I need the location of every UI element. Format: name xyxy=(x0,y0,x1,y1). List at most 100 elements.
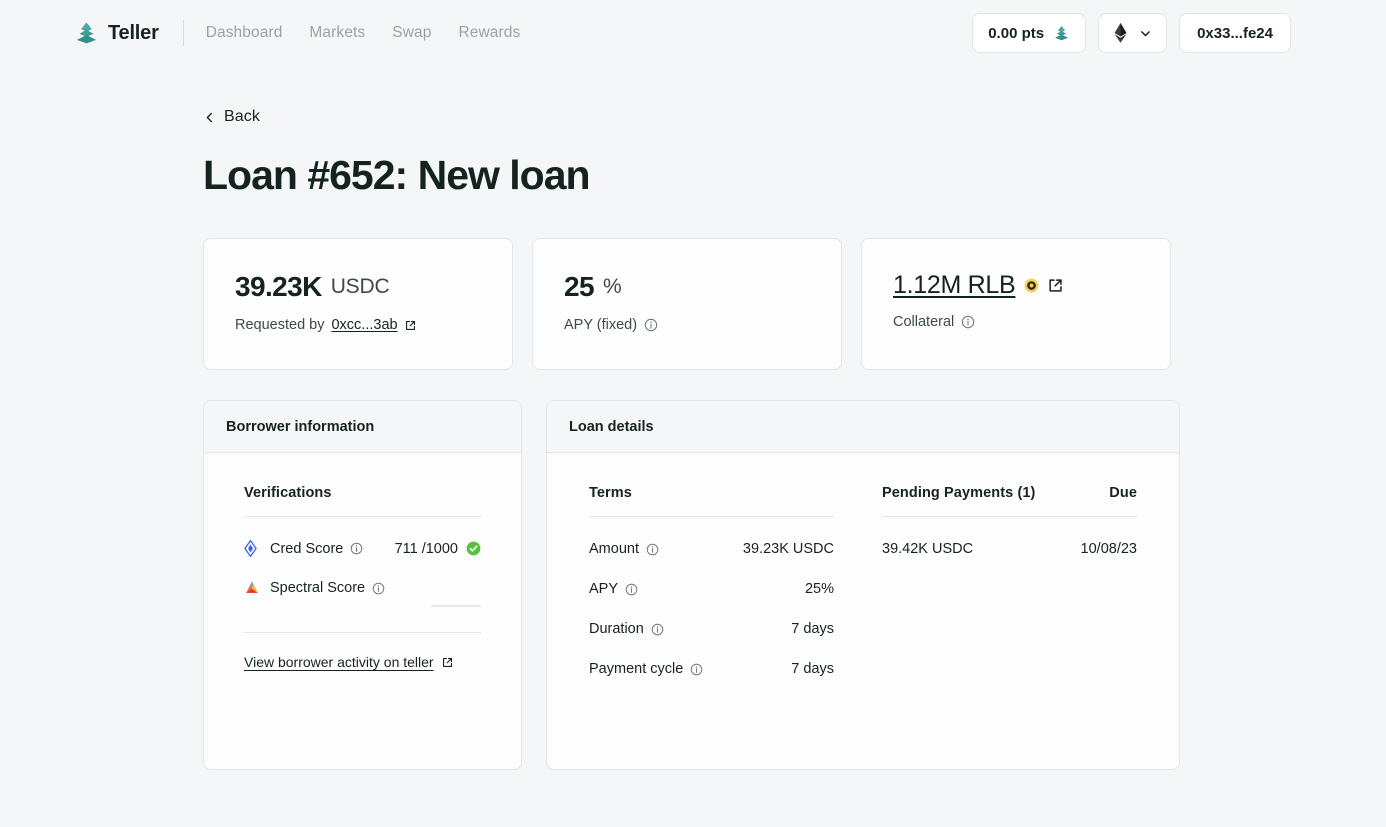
verifications-bottom-divider xyxy=(244,632,481,633)
nav-link-swap[interactable]: Swap xyxy=(392,24,431,42)
cred-score-diamond-icon xyxy=(244,540,261,557)
due-heading: Due xyxy=(1109,485,1137,501)
terms-heading: Terms xyxy=(589,485,834,501)
points-button[interactable]: 0.00 pts xyxy=(972,13,1086,53)
spectral-score-label: Spectral Score xyxy=(270,580,365,596)
detail-panels: Borrower information Verifications Cred … xyxy=(203,400,1291,770)
page-title: Loan #652: New loan xyxy=(203,153,1291,198)
loan-details-panel: Loan details Terms Amount xyxy=(546,400,1180,770)
nav-link-markets[interactable]: Markets xyxy=(309,24,365,42)
stat-value-row: 1.12M RLB xyxy=(893,271,1139,300)
loan-details-columns: Terms Amount xyxy=(589,485,1137,677)
loan-details-panel-body: Terms Amount xyxy=(547,453,1179,769)
terms-label-group: Duration xyxy=(589,621,664,637)
terms-row-amount: Amount 39.23K USDC xyxy=(589,541,834,557)
spectral-score-loading-row xyxy=(244,605,481,607)
verified-check-icon xyxy=(466,541,481,556)
points-label: 0.00 pts xyxy=(988,25,1044,42)
terms-row-duration: Duration 7 days xyxy=(589,621,834,637)
payment-cycle-label: Payment cycle xyxy=(589,661,683,677)
external-link-icon xyxy=(442,657,453,668)
top-navigation-bar: Teller Dashboard Markets Swap Rewards 0.… xyxy=(0,0,1386,66)
pending-payment-row: 39.42K USDC 10/08/23 xyxy=(882,541,1137,557)
terms-label-group: Payment cycle xyxy=(589,661,703,677)
pending-payment-due: 10/08/23 xyxy=(1081,541,1137,557)
chevron-left-icon xyxy=(203,111,216,124)
page-content: Back Loan #652: New loan 39.23K USDC Req… xyxy=(0,108,1386,770)
borrower-panel-title: Borrower information xyxy=(204,401,521,453)
info-icon[interactable] xyxy=(690,663,703,676)
stat-cards: 39.23K USDC Requested by 0xcc...3ab 25 %… xyxy=(203,238,1291,370)
info-icon[interactable] xyxy=(651,623,664,636)
verifications-heading: Verifications xyxy=(244,485,481,501)
collateral-label-row: Collateral xyxy=(893,314,1139,330)
cred-score-value-group: 711 /1000 xyxy=(395,541,481,557)
info-icon[interactable] xyxy=(646,543,659,556)
rlb-token-icon xyxy=(1024,278,1039,293)
terms-divider xyxy=(589,516,834,517)
borrower-address-link[interactable]: 0xcc...3ab xyxy=(331,317,397,333)
info-icon[interactable] xyxy=(625,583,638,596)
wallet-address-label: 0x33...fe24 xyxy=(1197,25,1273,42)
stat-card-amount: 39.23K USDC Requested by 0xcc...3ab xyxy=(203,238,513,370)
pending-payments-divider xyxy=(882,516,1137,517)
duration-label: Duration xyxy=(589,621,644,637)
verifications-divider xyxy=(244,516,481,517)
amount-label: Amount xyxy=(589,541,639,557)
chevron-down-icon xyxy=(1139,27,1152,40)
spectral-score-prism-icon xyxy=(244,580,261,596)
brand-logo[interactable]: Teller xyxy=(74,21,159,46)
collateral-value-link[interactable]: 1.12M RLB xyxy=(893,271,1015,300)
terms-label-group: Amount xyxy=(589,541,659,557)
header-divider xyxy=(183,20,184,46)
collateral-label: Collateral xyxy=(893,314,954,330)
requested-by-row: Requested by 0xcc...3ab xyxy=(235,317,481,333)
requested-by-label: Requested by xyxy=(235,317,324,333)
external-link-icon[interactable] xyxy=(405,320,416,331)
apy-value: 25 xyxy=(564,271,594,303)
loan-details-panel-title: Loan details xyxy=(547,401,1179,453)
pending-payments-header-row: Pending Payments (1) Due xyxy=(882,485,1137,501)
view-borrower-activity-label: View borrower activity on teller xyxy=(244,654,434,670)
pending-payments-heading: Pending Payments (1) xyxy=(882,485,1035,501)
terms-row-apy: APY 25% xyxy=(589,581,834,597)
teller-pyramid-logo-icon xyxy=(74,21,99,46)
nav-link-rewards[interactable]: Rewards xyxy=(458,24,520,42)
stat-value-row: 39.23K USDC xyxy=(235,271,481,303)
info-icon[interactable] xyxy=(644,318,658,332)
main-nav: Dashboard Markets Swap Rewards xyxy=(206,24,521,42)
apy-value: 25% xyxy=(805,581,834,597)
back-label: Back xyxy=(224,108,260,126)
info-icon[interactable] xyxy=(350,542,363,555)
amount-unit: USDC xyxy=(331,275,390,299)
chain-selector-button[interactable] xyxy=(1098,13,1167,53)
apy-label: APY xyxy=(589,581,618,597)
header-actions: 0.00 pts 0x33...fe24 xyxy=(972,13,1291,53)
apy-label-row: APY (fixed) xyxy=(564,317,810,333)
stat-card-collateral: 1.12M RLB Collateral xyxy=(861,238,1171,370)
ethereum-icon xyxy=(1113,23,1128,43)
payment-cycle-value: 7 days xyxy=(791,661,834,677)
terms-label-group: APY xyxy=(589,581,638,597)
cred-score-label-group: Cred Score xyxy=(270,541,363,557)
info-icon[interactable] xyxy=(961,315,975,329)
stat-card-apy: 25 % APY (fixed) xyxy=(532,238,842,370)
amount-value: 39.23K USDC xyxy=(743,541,834,557)
borrower-panel-body: Verifications Cred Score xyxy=(204,453,521,769)
external-link-icon[interactable] xyxy=(1048,278,1063,293)
apy-unit: % xyxy=(603,275,621,299)
nav-link-dashboard[interactable]: Dashboard xyxy=(206,24,283,42)
info-icon[interactable] xyxy=(372,582,385,595)
spectral-score-skeleton xyxy=(431,605,481,607)
wallet-address-button[interactable]: 0x33...fe24 xyxy=(1179,13,1291,53)
brand-name: Teller xyxy=(108,22,159,45)
amount-value: 39.23K xyxy=(235,271,322,303)
verification-row-cred-score: Cred Score 711 /1000 xyxy=(244,540,481,557)
verification-row-spectral-score: Spectral Score xyxy=(244,580,481,596)
cred-score-label: Cred Score xyxy=(270,541,343,557)
duration-value: 7 days xyxy=(791,621,834,637)
back-button[interactable]: Back xyxy=(203,108,260,126)
apy-label: APY (fixed) xyxy=(564,317,637,333)
cred-score-value: 711 /1000 xyxy=(395,541,458,557)
view-borrower-activity-link[interactable]: View borrower activity on teller xyxy=(244,654,453,670)
